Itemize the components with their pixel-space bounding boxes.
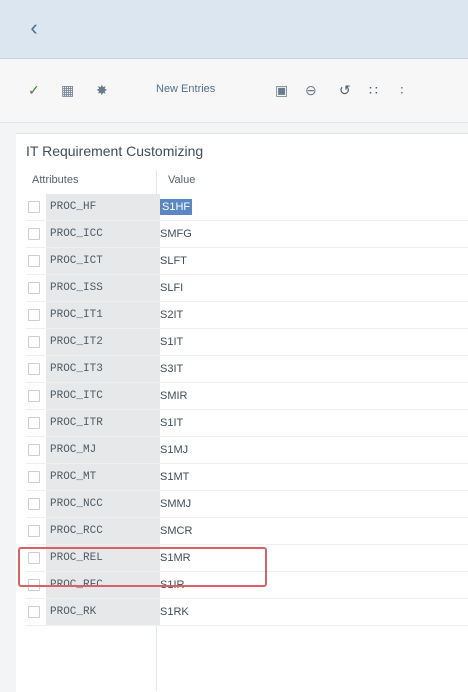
table-row[interactable]: PROC_ITR S1IT <box>26 410 468 437</box>
table-row[interactable]: PROC_RCC SMCR <box>26 518 468 545</box>
back-icon[interactable]: ‹ <box>20 14 48 42</box>
table-row[interactable]: PROC_IT2 S1IT <box>26 329 468 356</box>
undo-icon[interactable]: ↺ <box>339 79 351 101</box>
row-selector[interactable] <box>28 579 40 591</box>
table-row[interactable]: PROC_ICC SMFG <box>26 221 468 248</box>
table-row[interactable]: PROC_HF S1HF <box>26 194 468 221</box>
row-selector[interactable] <box>28 282 40 294</box>
row-selector[interactable] <box>28 417 40 429</box>
table-row[interactable]: PROC_RFC S1IR <box>26 572 468 599</box>
table-row[interactable]: PROC_ICT SLFT <box>26 248 468 275</box>
value-cell[interactable]: S1HF <box>160 199 193 215</box>
attribute-cell: PROC_RK <box>46 599 160 625</box>
value-cell[interactable]: SLFI <box>160 275 183 301</box>
deselect-all-icon[interactable]: ∶ <box>400 79 404 101</box>
attribute-cell: PROC_IT2 <box>46 329 160 355</box>
attribute-cell: PROC_MJ <box>46 437 160 463</box>
delete-icon[interactable]: ⊖ <box>305 79 317 101</box>
value-cell[interactable]: S1IR <box>160 572 184 598</box>
row-selector[interactable] <box>28 498 40 510</box>
value-cell[interactable]: SMFG <box>160 221 192 247</box>
value-cell[interactable]: S1IT <box>160 410 183 436</box>
attribute-cell: PROC_ITC <box>46 383 160 409</box>
attribute-cell: PROC_ITR <box>46 410 160 436</box>
attribute-cell: PROC_ISS <box>46 275 160 301</box>
row-selector[interactable] <box>28 606 40 618</box>
select-all-icon[interactable]: ∷ <box>369 79 378 101</box>
row-selector[interactable] <box>28 552 40 564</box>
row-selector[interactable] <box>28 390 40 402</box>
table-row[interactable]: PROC_REL S1MR <box>26 545 468 572</box>
value-cell[interactable]: SMMJ <box>160 491 191 517</box>
attribute-cell: PROC_ICC <box>46 221 160 247</box>
attribute-cell: PROC_IT1 <box>46 302 160 328</box>
attribute-cell: PROC_IT3 <box>46 356 160 382</box>
column-header-value[interactable]: Value <box>168 174 195 186</box>
row-selector[interactable] <box>28 201 40 213</box>
attribute-cell: PROC_RCC <box>46 518 160 544</box>
table-row[interactable]: PROC_IT1 S2IT <box>26 302 468 329</box>
toolbar: ✓ ▦ ✸ New Entries ▣ ⊖ ↺ ∷ ∶ <box>0 59 468 123</box>
attribute-cell: PROC_NCC <box>46 491 160 517</box>
attribute-cell: PROC_MT <box>46 464 160 490</box>
shell-header: ‹ <box>0 0 468 59</box>
row-selector[interactable] <box>28 471 40 483</box>
table-body: PROC_HF S1HF PROC_ICC SMFG PROC_ICT SLFT PR… <box>26 194 468 626</box>
table-row[interactable]: PROC_ISS SLFI <box>26 275 468 302</box>
attribute-cell: PROC_REL <box>46 545 160 571</box>
row-selector[interactable] <box>28 525 40 537</box>
value-cell[interactable]: SLFT <box>160 248 187 274</box>
copy-icon[interactable]: ▣ <box>275 79 288 101</box>
value-cell[interactable]: S1MR <box>160 545 191 571</box>
attribute-cell: PROC_RFC <box>46 572 160 598</box>
table-header: Attributes Value <box>26 168 468 195</box>
page-title: IT Requirement Customizing <box>26 143 204 159</box>
row-selector[interactable] <box>28 228 40 240</box>
attribute-cell: PROC_HF <box>46 194 160 220</box>
table-row[interactable]: PROC_IT3 S3IT <box>26 356 468 383</box>
value-cell[interactable]: SMCR <box>160 518 192 544</box>
new-entries-button[interactable]: New Entries <box>156 83 215 95</box>
row-selector[interactable] <box>28 309 40 321</box>
attribute-cell: PROC_ICT <box>46 248 160 274</box>
table-row[interactable]: PROC_MT S1MT <box>26 464 468 491</box>
row-selector[interactable] <box>28 444 40 456</box>
column-header-attributes[interactable]: Attributes <box>32 174 78 186</box>
save-icon[interactable]: ▦ <box>61 79 74 101</box>
row-selector[interactable] <box>28 255 40 267</box>
value-cell[interactable]: S1MJ <box>160 437 188 463</box>
value-cell[interactable]: S1IT <box>160 329 183 355</box>
value-cell[interactable]: SMIR <box>160 383 188 409</box>
other-object-icon[interactable]: ✸ <box>96 79 108 101</box>
value-cell[interactable]: S2IT <box>160 302 183 328</box>
check-icon[interactable]: ✓ <box>28 79 40 101</box>
table-row[interactable]: PROC_NCC SMMJ <box>26 491 468 518</box>
value-cell[interactable]: S1MT <box>160 464 189 490</box>
table-row[interactable]: PROC_RK S1RK <box>26 599 468 626</box>
row-selector[interactable] <box>28 336 40 348</box>
value-cell[interactable]: S1RK <box>160 599 189 625</box>
value-cell[interactable]: S3IT <box>160 356 183 382</box>
row-selector[interactable] <box>28 363 40 375</box>
table-row[interactable]: PROC_MJ S1MJ <box>26 437 468 464</box>
table-row[interactable]: PROC_ITC SMIR <box>26 383 468 410</box>
